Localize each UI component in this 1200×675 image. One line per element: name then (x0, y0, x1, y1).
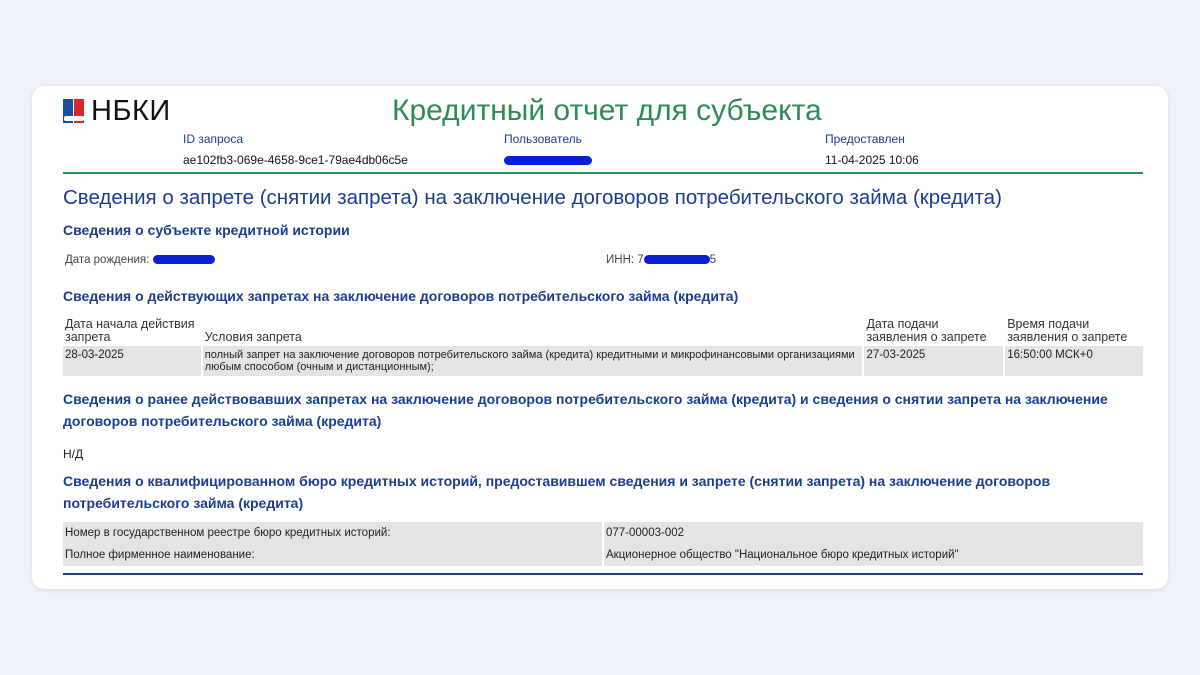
table-row: Номер в государственном реестре бюро кре… (63, 522, 1143, 544)
table-header-row: Дата начала действия запрета Условия зап… (63, 318, 1143, 346)
ban-application-time: 16:50:00 МСК+0 (1005, 346, 1143, 376)
report-card: НБКИ Кредитный отчет для субъекта ID зап… (32, 86, 1168, 589)
previous-bans-value: Н/Д (63, 447, 84, 461)
table-row: 28-03-2025 полный запрет на заключение д… (63, 346, 1143, 376)
user-block: Пользователь (504, 132, 592, 167)
user-redaction (504, 156, 592, 166)
active-bans-table: Дата начала действия запрета Условия зап… (61, 318, 1145, 376)
bureau-table: Номер в государственном реестре бюро кре… (61, 522, 1145, 566)
active-bans-heading: Сведения о действующих запретах на заклю… (63, 288, 739, 304)
registry-number-value: 077-00003-002 (604, 522, 1143, 544)
footer-divider (63, 573, 1143, 575)
inn-redaction (643, 255, 710, 265)
table-row: Полное фирменное наименование: Акционерн… (63, 544, 1143, 566)
request-id-block: ID запроса ae102fb3-069e-4658-9ce1-79ae4… (183, 132, 408, 167)
provided-value: 11-04-2025 10:06 (825, 153, 919, 167)
ban-start-date: 28-03-2025 (63, 346, 201, 376)
ban-application-date: 27-03-2025 (864, 346, 1004, 376)
birth-label: Дата рождения: (65, 254, 150, 266)
column-header: Дата подачи заявления о запрете (866, 317, 987, 344)
provided-label: Предоставлен (825, 132, 905, 146)
nbki-logo: НБКИ (63, 94, 171, 127)
company-name-label: Полное фирменное наименование: (63, 544, 602, 566)
subject-heading: Сведения о субъекте кредитной истории (63, 222, 350, 238)
bureau-heading: Сведения о квалифицированном бюро кредит… (63, 473, 1051, 511)
report-title: Кредитный отчет для субъекта (392, 94, 822, 127)
inn-suffix: 5 (709, 254, 717, 266)
birth-date: Дата рождения: (65, 254, 215, 266)
column-header: Дата начала действия запрета (65, 317, 195, 344)
logo-text: НБКИ (91, 94, 171, 127)
column-header: Условия запрета (204, 330, 302, 344)
ban-conditions: полный запрет на заключение договоров по… (202, 346, 863, 376)
section-title: Сведения о запрете (снятии запрета) на з… (63, 186, 1002, 209)
inn: ИНН: 7 5 (606, 254, 716, 266)
request-id-value: ae102fb3-069e-4658-9ce1-79ae4db06c5e (183, 153, 408, 167)
user-label: Пользователь (504, 132, 582, 146)
provided-block: Предоставлен 11-04-2025 10:06 (825, 132, 919, 167)
company-name-value: Акционерное общество "Национальное бюро … (604, 544, 1143, 566)
nbki-logo-icon (63, 99, 85, 123)
header-divider (63, 172, 1143, 174)
inn-label: ИНН: 7 (606, 254, 644, 266)
registry-number-label: Номер в государственном реестре бюро кре… (63, 522, 602, 544)
request-id-label: ID запроса (183, 132, 244, 146)
birth-redaction (152, 255, 215, 265)
column-header: Время подачи заявления о запрете (1007, 317, 1128, 344)
previous-bans-heading: Сведения о ранее действовавших запретах … (63, 391, 1108, 429)
